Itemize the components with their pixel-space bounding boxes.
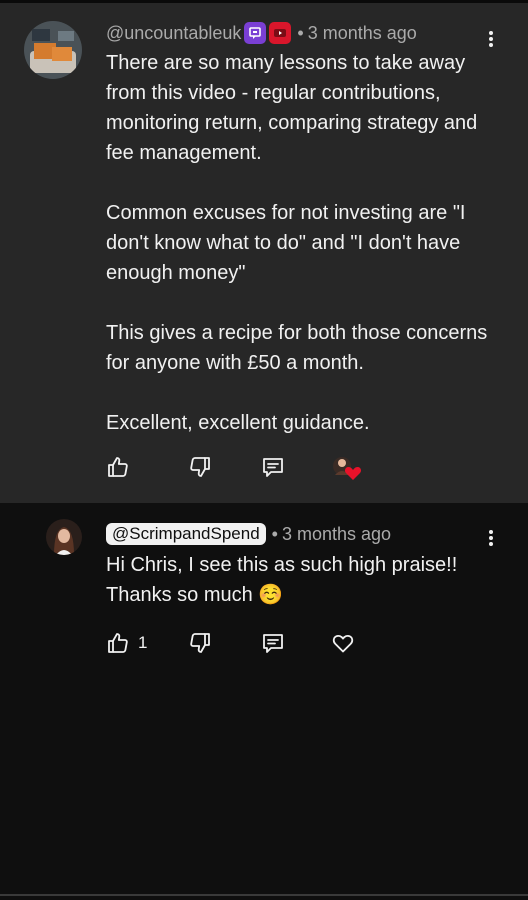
commenter-avatar[interactable] [24,21,82,79]
member-badge-icon-2 [269,22,292,44]
like-button[interactable]: 1 [106,629,147,657]
comment-author[interactable]: @uncountableuk [106,23,241,44]
comment-paragraph: Excellent, excellent guidance. [106,412,370,434]
creator-author-chip[interactable]: @ScrimpandSpend [106,523,266,545]
more-actions-icon[interactable] [487,528,495,550]
comment-paragraph: Common excuses for not investing are "I … [106,202,466,284]
reply-button[interactable] [261,453,285,481]
thumbs-down-icon [190,457,210,477]
comment-time: 3 months ago [307,22,417,43]
dislike-button[interactable] [188,453,212,481]
meta-separator: • [297,22,304,43]
member-badge-icon [244,22,267,44]
bottom-divider [0,894,528,896]
comment-body: There are so many lessons to take away f… [106,48,506,438]
reply-comment-icon [263,634,283,653]
reply-comment-icon [263,458,283,477]
like-count: 1 [138,633,148,652]
comment-paragraph: This gives a recipe for both those conce… [106,322,488,374]
comment-meta: @uncountableuk • 3 months ago [106,20,417,46]
comment-meta: @ScrimpandSpend • 3 months ago [106,521,391,547]
like-button[interactable] [106,453,138,481]
comment-paragraph: Hi Chris, I see this as such high praise… [106,554,458,606]
comment-actions [0,453,528,483]
thumbs-down-icon [190,633,210,653]
comment-paragraph: There are so many lessons to take away f… [106,52,478,164]
reply-button[interactable] [261,629,285,657]
thumbs-up-icon [108,633,128,653]
creator-heart-icon [331,453,363,481]
creator-avatar[interactable] [46,519,82,555]
heart-button[interactable] [331,629,355,657]
comment-time: 3 months ago [281,523,392,544]
dislike-button[interactable] [188,629,212,657]
meta-separator: • [271,523,278,544]
comment-body: Hi Chris, I see this as such high praise… [106,550,506,610]
heart-icon [332,634,354,653]
comment-actions: 1 [0,629,528,659]
thumbs-up-icon [108,457,128,477]
